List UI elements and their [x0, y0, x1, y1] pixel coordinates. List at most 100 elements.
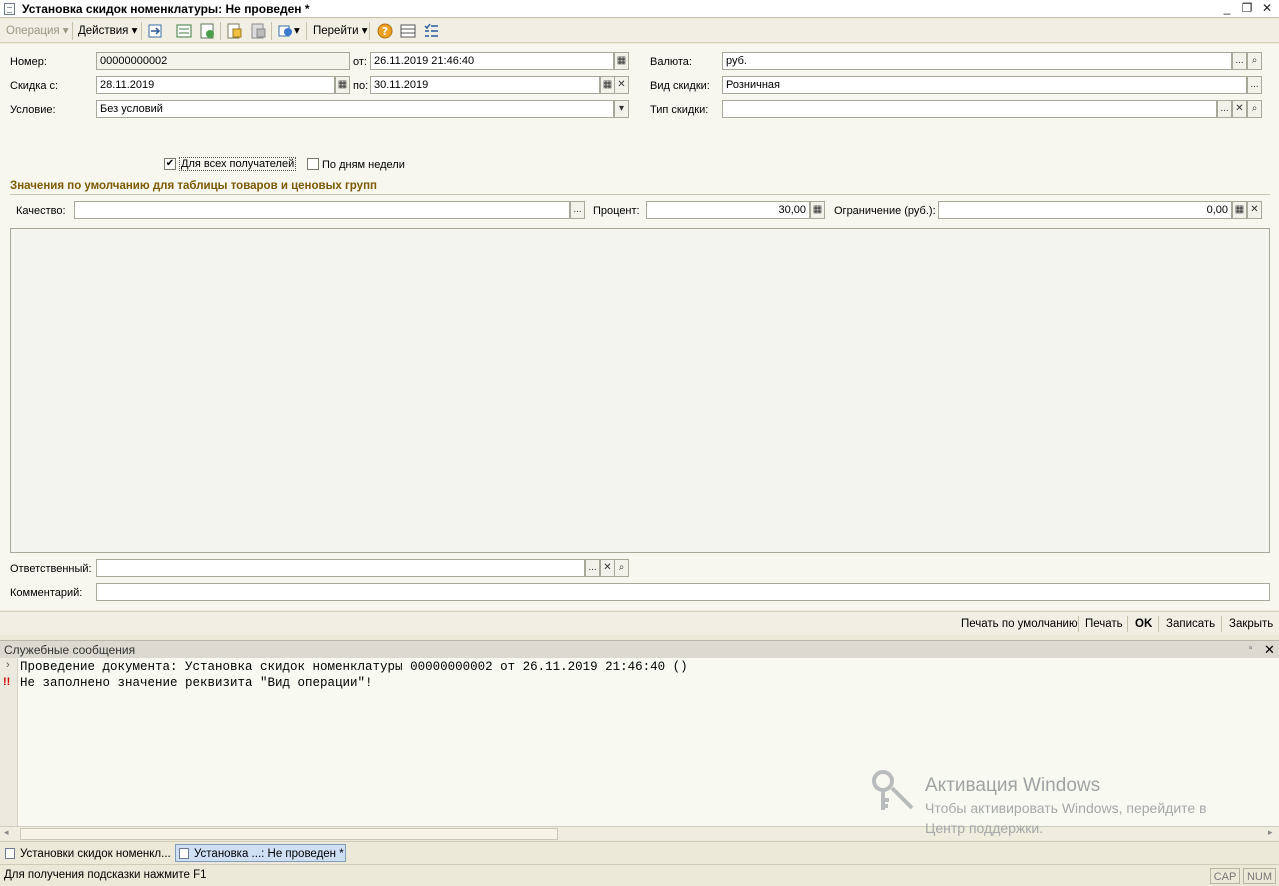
discount-start-date-field[interactable]: 28.11.2019	[96, 76, 335, 94]
responsible-label: Ответственный:	[10, 563, 92, 575]
toolbar-separator	[369, 22, 370, 40]
minimize-button[interactable]: _	[1218, 1, 1236, 16]
open-search-icon[interactable]: ⌕	[614, 559, 629, 577]
condition-select[interactable]: Без условий	[96, 100, 614, 118]
document-form: Номер: 00000000002 от: 26.11.2019 21:46:…	[0, 44, 1279, 610]
copy-document-icon[interactable]	[226, 23, 242, 39]
quality-field[interactable]	[74, 201, 570, 219]
clear-icon[interactable]: ✕	[600, 559, 615, 577]
select-ellipsis-icon[interactable]: ...	[570, 201, 585, 219]
percent-field[interactable]: 30,00	[646, 201, 810, 219]
scroll-right-icon[interactable]: ▸	[1268, 827, 1273, 838]
num-lock-indicator: NUM	[1243, 868, 1276, 884]
help-icon[interactable]: ?	[377, 23, 393, 39]
limit-field[interactable]: 0,00	[938, 201, 1232, 219]
clear-icon[interactable]: ✕	[1232, 100, 1247, 118]
discount-type-field[interactable]	[722, 100, 1217, 118]
close-messages-icon[interactable]: ✕	[1264, 642, 1275, 658]
checklist-icon[interactable]	[423, 23, 439, 39]
toolbar-separator	[141, 22, 142, 40]
goto-menu[interactable]: Перейти ▾	[313, 23, 368, 39]
window-title: Установка скидок номенклатуры: Не провед…	[22, 2, 310, 16]
calendar-icon[interactable]: ▦	[335, 76, 350, 94]
select-ellipsis-icon[interactable]: ...	[1217, 100, 1232, 118]
message-line[interactable]: Проведение документа: Установка скидок н…	[20, 659, 688, 675]
restore-button[interactable]: ❐	[1238, 1, 1256, 16]
button-separator	[1158, 616, 1159, 632]
operation-menu[interactable]: Операция ▾	[6, 23, 69, 39]
post-and-close-icon[interactable]	[148, 23, 164, 39]
quality-label: Качество:	[16, 205, 66, 217]
button-separator	[1078, 616, 1079, 632]
chevron-down-icon[interactable]: ▾	[614, 100, 629, 118]
close-button[interactable]: Закрыть	[1229, 617, 1273, 631]
actions-menu[interactable]: Действия ▾	[78, 23, 137, 39]
by-weekdays-checkbox[interactable]	[307, 158, 319, 170]
print-default-button[interactable]: Печать по умолчанию	[961, 617, 1078, 631]
button-separator	[1127, 616, 1128, 632]
discount-kind-label: Вид скидки:	[650, 80, 710, 92]
condition-label: Условие:	[10, 104, 56, 116]
form-button-bar: Печать по умолчанию Печать OK Записать З…	[0, 611, 1279, 635]
calendar-icon[interactable]: ▦	[600, 76, 615, 94]
calendar-icon[interactable]: ▦	[614, 52, 629, 70]
clear-icon[interactable]: ✕	[614, 76, 629, 94]
status-bar: Для получения подсказки нажмите F1 CAP N…	[0, 864, 1279, 886]
open-search-icon[interactable]: ⌕	[1247, 100, 1262, 118]
caps-lock-indicator: CAP	[1210, 868, 1240, 884]
button-separator	[1221, 616, 1222, 632]
list-settings-icon[interactable]	[400, 23, 416, 39]
clear-icon[interactable]: ✕	[1247, 201, 1262, 219]
select-ellipsis-icon[interactable]: ...	[1247, 76, 1262, 94]
select-ellipsis-icon[interactable]: ...	[585, 559, 600, 577]
by-weekdays-label[interactable]: По дням недели	[322, 158, 405, 172]
task-label: Установки скидок номенкл...	[20, 848, 171, 860]
task-discount-document[interactable]: Установка ...: Не проведен *	[175, 844, 346, 862]
window-taskbar: Установки скидок номенкл... Установка ..…	[0, 841, 1279, 863]
select-ellipsis-icon[interactable]: ...	[1232, 52, 1247, 70]
responsible-field[interactable]	[96, 559, 585, 577]
limit-label: Ограничение (руб.):	[834, 205, 936, 217]
post-icon[interactable]	[176, 23, 192, 39]
calculator-icon[interactable]: ▦	[1232, 201, 1247, 219]
activation-watermark-title: Активация Windows	[925, 775, 1101, 796]
calculator-icon[interactable]: ▦	[810, 201, 825, 219]
toolbar: Операция ▾ Действия ▾ ▾ Перейти ▾ ?	[0, 19, 1279, 43]
comment-field[interactable]	[96, 583, 1270, 601]
delete-document-icon[interactable]	[250, 23, 266, 39]
all-recipients-label[interactable]: Для всех получателей	[179, 157, 297, 171]
structure-icon[interactable]	[278, 23, 294, 39]
currency-field[interactable]: руб.	[722, 52, 1232, 70]
number-field[interactable]: 00000000002	[96, 52, 350, 70]
discount-end-date-field[interactable]: 30.11.2019	[370, 76, 600, 94]
structure-dropdown[interactable]: ▾	[294, 23, 300, 39]
discount-type-label: Тип скидки:	[650, 104, 709, 116]
date-from-label: от:	[353, 56, 367, 68]
currency-label: Валюта:	[650, 56, 692, 68]
scrollbar-thumb[interactable]	[20, 828, 558, 840]
svg-text:?: ?	[382, 25, 388, 38]
close-window-button[interactable]: ✕	[1258, 1, 1276, 16]
document-date-field[interactable]: 26.11.2019 21:46:40	[370, 52, 614, 70]
goods-table-area[interactable]	[10, 228, 1270, 553]
activation-watermark-line: Чтобы активировать Windows, перейдите в	[925, 800, 1207, 816]
ok-button[interactable]: OK	[1135, 617, 1152, 631]
refresh-document-icon[interactable]	[200, 23, 216, 39]
document-icon	[5, 848, 15, 859]
messages-horizontal-scrollbar[interactable]: ◂ ▸	[0, 826, 1279, 840]
activation-key-icon	[872, 770, 914, 810]
discount-kind-field[interactable]: Розничная	[722, 76, 1247, 94]
pin-icon[interactable]: ᵃ	[1249, 644, 1252, 653]
open-search-icon[interactable]: ⌕	[1247, 52, 1262, 70]
task-discount-list[interactable]: Установки скидок номенкл...	[1, 844, 173, 862]
all-recipients-checkbox[interactable]: ✔	[164, 158, 176, 170]
print-button[interactable]: Печать	[1085, 617, 1123, 631]
toolbar-separator	[306, 22, 307, 40]
section-divider	[10, 194, 1270, 195]
error-marker-icon: !!	[3, 676, 11, 688]
messages-header: Служебные сообщения ᵃ ✕	[0, 640, 1279, 658]
activation-watermark-line: Центр поддержки.	[925, 820, 1044, 836]
save-button[interactable]: Записать	[1166, 617, 1215, 631]
message-line[interactable]: Не заполнено значение реквизита "Вид опе…	[20, 675, 373, 691]
scroll-left-icon[interactable]: ◂	[4, 827, 9, 838]
